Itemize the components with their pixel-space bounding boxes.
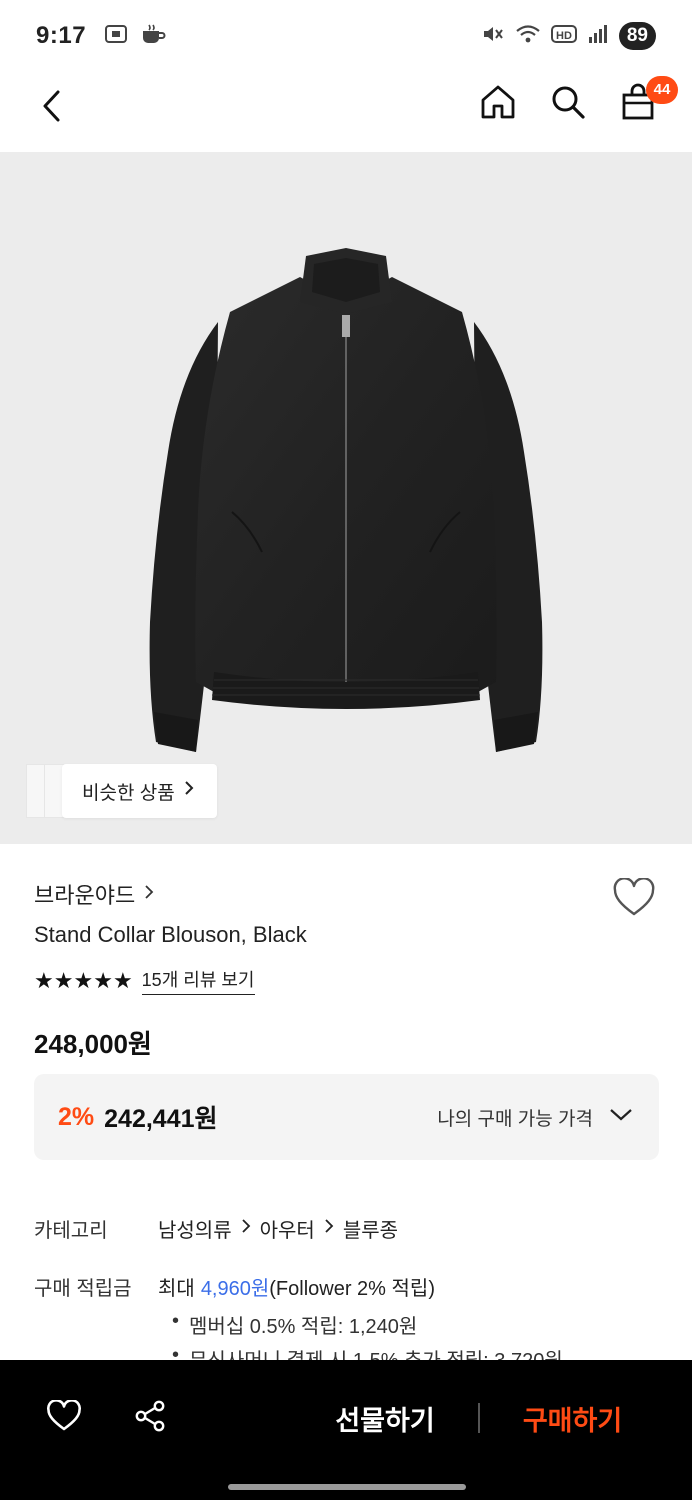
search-icon [550,84,586,125]
chevron-down-icon [609,1106,633,1128]
jacket-image [149,248,543,752]
chevron-right-icon [143,881,155,907]
gift-button[interactable]: 선물하기 [300,1390,470,1446]
points-label: 구매 적립금 [34,1278,132,1300]
back-icon [40,88,64,129]
category-row: 카테고리 남성의류 아우터 블루종 [34,1214,398,1243]
star-icon: ★ [53,967,74,993]
status-bar: 9:17 HD 89 [0,0,692,72]
membership-points: 멤버십 0.5% 적립: 1,240원 [189,1316,418,1338]
category-link[interactable]: 블루종 [343,1214,398,1243]
original-price: 248,000원 [34,1029,152,1059]
screenshot-icon [104,23,128,50]
wishlist-button[interactable] [612,877,658,922]
signal-icon [587,23,609,50]
rating-row: ★ ★ ★ ★ ★ 15개 리뷰 보기 [34,966,255,995]
product-title: Stand Collar Blouson, Black [34,922,307,947]
cart-count-badge: 44 [646,76,678,104]
category-path: 남성의류 아우터 블루종 [158,1214,398,1243]
status-time: 9:17 [36,22,87,49]
battery-indicator: 89 [618,22,656,50]
similar-products-label: 비슷한 상품 [82,782,175,804]
share-icon [133,1399,167,1438]
sale-price: 242,441원 [104,1105,218,1133]
category-link[interactable]: 남성의류 [158,1214,232,1243]
app-header: 44 [0,72,692,152]
brand-link[interactable]: 브라운야드 [34,878,155,910]
home-indicator [228,1484,466,1490]
review-link[interactable]: 15개 리뷰 보기 [141,966,255,995]
bottom-action-bar: 선물하기 구매하기 [0,1360,692,1500]
chevron-right-icon [183,779,195,803]
points-amount: 4,960원 [200,1278,270,1300]
share-button[interactable] [130,1398,170,1438]
svg-text:HD: HD [556,30,572,42]
wifi-icon [515,23,541,50]
brand-name: 브라운야드 [34,883,136,908]
chevron-right-icon [321,1217,337,1241]
product-image[interactable]: 비슷한 상품 [0,152,692,844]
discount-rate: 2% [58,1102,95,1131]
points-prefix: 최대 [158,1278,195,1300]
heart-icon [46,1398,82,1437]
coffee-icon [140,23,166,50]
bottom-wishlist-button[interactable] [44,1398,84,1438]
divider [478,1403,480,1433]
my-price-box[interactable]: 2% 242,441원 나의 구매 가능 가격 [34,1074,659,1160]
points-row: 구매 적립금 최대 4,960원 (Follower 2% 적립) [34,1272,435,1301]
my-price-label: 나의 구매 가능 가격 [437,1108,593,1130]
star-icon: ★ [34,967,54,993]
points-bullet: • 멤버십 0.5% 적립: 1,240원 [172,1310,418,1338]
star-icon: ★ [73,967,93,993]
hd-icon: HD [550,23,577,50]
heart-icon [612,877,656,922]
home-button[interactable] [478,82,518,126]
star-icon: ★ [93,967,113,993]
home-icon [479,83,517,126]
chevron-right-icon [238,1217,254,1241]
mute-icon [481,23,505,50]
star-rating: ★ ★ ★ ★ ★ [34,967,133,994]
back-button[interactable] [32,88,72,128]
points-suffix: (Follower 2% 적립) [269,1278,435,1300]
buy-button[interactable]: 구매하기 [500,1390,645,1446]
star-icon: ★ [112,967,133,993]
search-button[interactable] [548,82,588,126]
category-link[interactable]: 아우터 [260,1214,315,1243]
cart-button[interactable]: 44 [618,76,678,126]
category-label: 카테고리 [34,1220,108,1242]
